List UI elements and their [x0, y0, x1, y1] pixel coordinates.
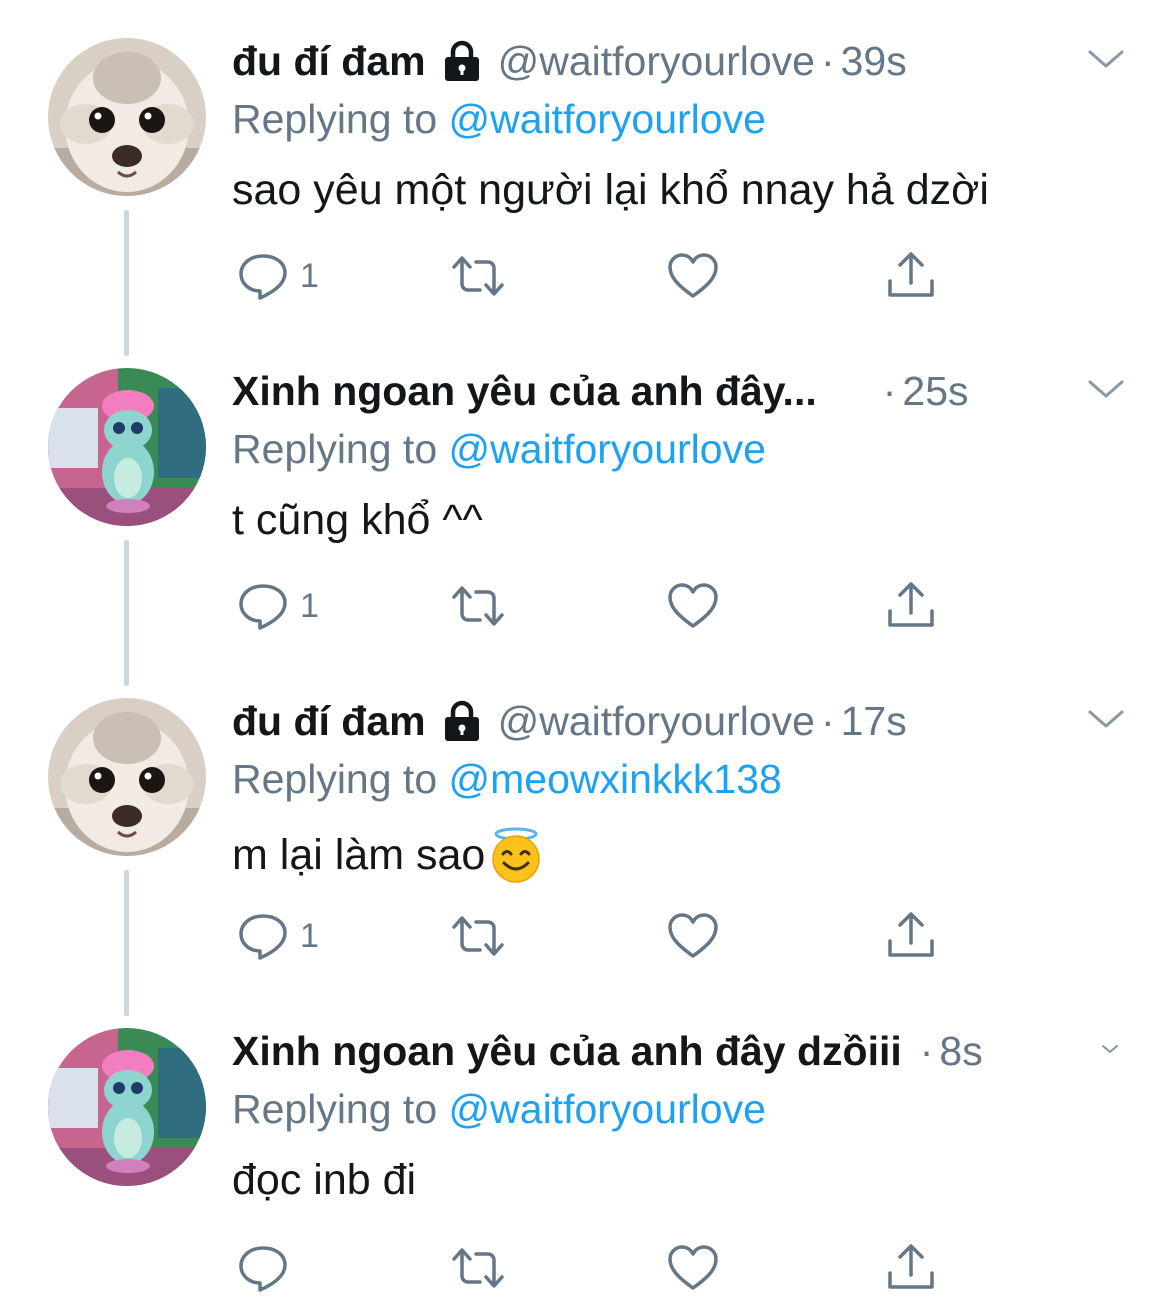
- lock-icon: [440, 39, 484, 83]
- tweet-actions: [232, 1240, 952, 1296]
- avatar[interactable]: [48, 38, 206, 196]
- tweet-header: Xinh ngoan yêu của anh đây dzồiii · 8s: [232, 1026, 1112, 1076]
- heart-icon: [666, 1243, 720, 1293]
- timestamp[interactable]: 17s: [841, 698, 907, 745]
- retweet-icon: [448, 911, 508, 961]
- reply-button[interactable]: 1: [236, 578, 319, 634]
- mention-link[interactable]: @waitforyourlove: [449, 1086, 766, 1132]
- heart-icon: [666, 911, 720, 961]
- avatar[interactable]: [48, 368, 206, 526]
- timestamp[interactable]: 25s: [902, 368, 968, 415]
- tweet-actions: 1: [232, 578, 952, 634]
- reply-count: 1: [300, 916, 319, 955]
- reply-icon: [236, 581, 290, 631]
- tweet-text: sao yêu một người lại khổ nnay hả dzời: [232, 166, 989, 215]
- cartoon-avatar-image: [48, 1028, 206, 1186]
- dog-avatar-image: [48, 38, 206, 196]
- reply-icon: [236, 1243, 290, 1293]
- tweet-thread: đu đí đam @waitforyourlove · 39s Replyin…: [0, 0, 1170, 1314]
- display-name[interactable]: Xinh ngoan yêu của anh đây...: [232, 368, 817, 415]
- separator-dot: ·: [882, 367, 897, 414]
- replying-to-label: Replying to: [232, 1086, 438, 1132]
- separator-dot: ·: [820, 37, 835, 84]
- replying-to-line: Replying to @meowxinkkk138: [232, 756, 782, 803]
- replying-to-label: Replying to: [232, 96, 438, 142]
- tweet-text-content: đọc inb đi: [232, 1156, 417, 1204]
- dog-avatar-image: [48, 698, 206, 856]
- like-button[interactable]: [666, 1240, 720, 1296]
- mention-link[interactable]: @meowxinkkk138: [449, 756, 782, 802]
- timestamp[interactable]: 8s: [939, 1028, 982, 1075]
- tweet[interactable]: Xinh ngoan yêu của anh đây... · 25s Repl…: [0, 330, 1170, 686]
- replying-to-label: Replying to: [232, 756, 438, 802]
- retweet-button[interactable]: [448, 578, 508, 634]
- retweet-icon: [448, 581, 508, 631]
- tweet[interactable]: đu đí đam @waitforyourlove · 17s Replyin…: [0, 660, 1170, 1016]
- replying-to-label: Replying to: [232, 426, 438, 472]
- cartoon-avatar-image: [48, 368, 206, 526]
- smiling-face-with-halo-icon: [487, 826, 545, 884]
- tweet-header: Xinh ngoan yêu của anh đây... · 25s: [232, 366, 1112, 416]
- share-icon: [884, 909, 938, 963]
- display-name[interactable]: đu đí đam: [232, 698, 426, 745]
- tweet[interactable]: đu đí đam @waitforyourlove · 39s Replyin…: [0, 0, 1170, 356]
- lock-icon: [440, 699, 484, 743]
- like-button[interactable]: [666, 248, 720, 304]
- separator-dot: ·: [820, 697, 835, 744]
- share-icon: [884, 1241, 938, 1295]
- share-button[interactable]: [884, 1240, 938, 1296]
- tweet-header: đu đí đam @waitforyourlove · 39s: [232, 36, 1112, 86]
- tweet-text: đọc inb đi: [232, 1156, 416, 1205]
- mention-link[interactable]: @waitforyourlove: [449, 426, 766, 472]
- like-button[interactable]: [666, 578, 720, 634]
- share-button[interactable]: [884, 908, 938, 964]
- chevron-down-icon[interactable]: [1086, 44, 1126, 74]
- tweet-actions: 1: [232, 908, 952, 964]
- tweet-text-content: sao yêu một người lại khổ nnay hả dzời: [232, 166, 989, 214]
- display-name[interactable]: đu đí đam: [232, 38, 426, 85]
- heart-icon: [666, 581, 720, 631]
- share-button[interactable]: [884, 578, 938, 634]
- tweet-actions: 1: [232, 248, 952, 304]
- reply-button[interactable]: [236, 1240, 290, 1296]
- retweet-button[interactable]: [448, 1240, 508, 1296]
- share-icon: [884, 579, 938, 633]
- reply-button[interactable]: 1: [236, 908, 319, 964]
- user-handle[interactable]: @waitforyourlove: [498, 698, 815, 745]
- share-icon: [884, 249, 938, 303]
- display-name[interactable]: Xinh ngoan yêu của anh đây dzồiii: [232, 1028, 902, 1075]
- tweet-text-content: t cũng khổ ^^: [232, 496, 483, 544]
- user-handle[interactable]: @waitforyourlove: [498, 38, 815, 85]
- retweet-icon: [448, 1243, 508, 1293]
- reply-icon: [236, 251, 290, 301]
- heart-icon: [666, 251, 720, 301]
- reply-icon: [236, 911, 290, 961]
- replying-to-line: Replying to @waitforyourlove: [232, 426, 766, 473]
- share-button[interactable]: [884, 248, 938, 304]
- tweet-text: m lại làm sao: [232, 826, 545, 884]
- replying-to-line: Replying to @waitforyourlove: [232, 96, 766, 143]
- retweet-button[interactable]: [448, 248, 508, 304]
- chevron-down-icon[interactable]: [1100, 1042, 1120, 1072]
- replying-to-line: Replying to @waitforyourlove: [232, 1086, 766, 1133]
- reply-count: 1: [300, 256, 319, 295]
- avatar[interactable]: [48, 1028, 206, 1186]
- tweet-text: t cũng khổ ^^: [232, 496, 483, 545]
- avatar[interactable]: [48, 698, 206, 856]
- tweet-text-content: m lại làm sao: [232, 830, 486, 879]
- retweet-icon: [448, 251, 508, 301]
- tweet[interactable]: Xinh ngoan yêu của anh đây dzồiii · 8s R…: [0, 990, 1170, 1314]
- mention-link[interactable]: @waitforyourlove: [449, 96, 766, 142]
- separator-dot: ·: [919, 1027, 934, 1074]
- chevron-down-icon[interactable]: [1086, 374, 1126, 404]
- reply-button[interactable]: 1: [236, 248, 319, 304]
- retweet-button[interactable]: [448, 908, 508, 964]
- like-button[interactable]: [666, 908, 720, 964]
- tweet-header: đu đí đam @waitforyourlove · 17s: [232, 696, 1112, 746]
- timestamp[interactable]: 39s: [841, 38, 907, 85]
- chevron-down-icon[interactable]: [1086, 704, 1126, 734]
- reply-count: 1: [300, 586, 319, 625]
